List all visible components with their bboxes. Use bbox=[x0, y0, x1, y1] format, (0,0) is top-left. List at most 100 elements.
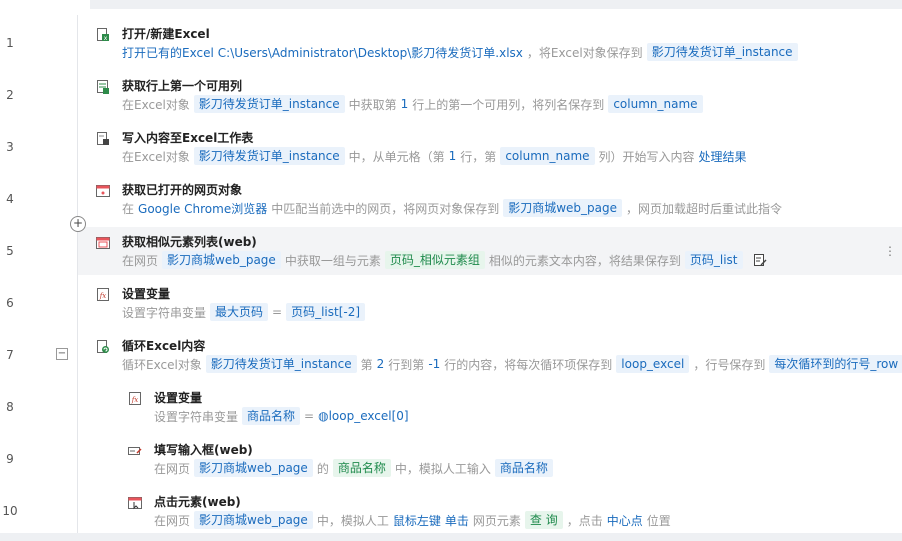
variable-fx-icon: fx bbox=[96, 287, 110, 301]
param-value[interactable]: C:\Users\Administrator\Desktop\影刀待发货订单.x… bbox=[218, 44, 523, 61]
flow-step[interactable]: fx 设置变量设置字符串变量 商品名称 = ◍loop_excel[0] bbox=[128, 386, 872, 430]
description-text: 列）开始写入内容 bbox=[598, 149, 695, 164]
flow-step[interactable]: 填写输入框(web) 在网页 影刀商城web_page 的商品名称 中，模拟人工输入 商品… bbox=[128, 438, 872, 482]
param-value[interactable]: 中心点 bbox=[607, 512, 643, 529]
description-text: 行到第 bbox=[388, 357, 425, 372]
excel-column-icon bbox=[96, 79, 110, 94]
description-text: 中获取一组与元素 bbox=[284, 253, 381, 268]
flow-step[interactable]: 获取已打开的网页对象在 Google Chrome浏览器 中匹配当前选中的网页，将网… bbox=[96, 178, 872, 222]
more-options-icon[interactable]: ⋮ bbox=[884, 244, 896, 258]
excel-write-icon bbox=[96, 131, 110, 145]
line-number: 5 bbox=[6, 244, 14, 258]
variable-token[interactable]: 影刀待发货订单_instance bbox=[193, 95, 345, 113]
description-text: 在网页 bbox=[122, 253, 159, 268]
description-text: 设置字符串变量 bbox=[154, 409, 239, 424]
description-text: 行，第 bbox=[460, 149, 497, 164]
description-text: 中，模拟人工 bbox=[316, 513, 389, 528]
step-description: 在网页 影刀商城web_page 的商品名称 中，模拟人工输入 商品名称 bbox=[154, 459, 553, 477]
description-text: 第 bbox=[360, 357, 373, 372]
description-text: 行上的第一个可用列，将列名保存到 bbox=[412, 97, 605, 112]
variable-token[interactable]: 最大页码 bbox=[210, 303, 269, 321]
excel-loop-icon bbox=[96, 339, 110, 353]
horizontal-scrollbar[interactable] bbox=[0, 533, 902, 541]
element-token[interactable]: 查 询 bbox=[524, 511, 563, 529]
param-value[interactable]: 单击 bbox=[445, 512, 469, 529]
step-title: 打开/新建Excel bbox=[122, 27, 210, 41]
variable-token[interactable]: 影刀待发货订单_instance bbox=[205, 355, 357, 373]
step-title: 获取已打开的网页对象 bbox=[122, 183, 243, 197]
variable-token[interactable]: 页码_list bbox=[684, 251, 743, 269]
description-text: ，点击 bbox=[566, 513, 603, 528]
param-value[interactable]: 1 bbox=[401, 97, 409, 111]
variable-token[interactable]: 影刀商城web_page bbox=[162, 251, 281, 269]
collapse-loop-button[interactable]: − bbox=[56, 348, 68, 360]
variable-token[interactable]: 影刀待发货订单_instance bbox=[193, 147, 345, 165]
variable-fx-icon: fx bbox=[128, 391, 142, 405]
flow-step[interactable]: 写入内容至Excel工作表在Excel对象 影刀待发货订单_instance 中，从… bbox=[96, 126, 872, 170]
description-text: 位置 bbox=[646, 513, 671, 528]
flow-step[interactable]: 获取行上第一个可用列 在Excel对象 影刀待发货订单_instance 中获取第 1 行… bbox=[96, 74, 872, 118]
excel-file-icon: x bbox=[96, 27, 110, 42]
line-number: 2 bbox=[6, 88, 14, 102]
variable-ref-group: ◍loop_excel[0] bbox=[318, 409, 409, 423]
edit-note-icon[interactable] bbox=[753, 253, 767, 267]
param-value[interactable]: -1 bbox=[428, 357, 440, 371]
flow-step[interactable]: 获取相似元素列表(web) 在网页 影刀商城web_page 中获取一组与元素 页码_相… bbox=[96, 230, 872, 274]
variable-token[interactable]: 页码_list[-2] bbox=[286, 303, 366, 321]
step-description: 打开已有的Excel C:\Users\Administrator\Desktop… bbox=[122, 43, 798, 61]
variable-token[interactable]: 商品名称 bbox=[242, 407, 301, 425]
description-text: 行的内容，将每次循环项保存到 bbox=[444, 357, 613, 372]
description-text: = bbox=[304, 409, 315, 423]
param-value[interactable]: 处理结果 bbox=[699, 148, 747, 165]
description-text: 在网页 bbox=[154, 513, 191, 528]
step-description: 在网页 影刀商城web_page 中，模拟人工 鼠标左键 单击 网页元素查 询，点击 中心点… bbox=[154, 511, 671, 529]
loop-variable-ref[interactable]: loop_excel[0] bbox=[329, 409, 409, 423]
description-text: 中匹配当前选中的网页，将网页对象保存到 bbox=[271, 201, 500, 216]
description-text: 中获取第 bbox=[348, 97, 397, 112]
step-title: 循环Excel内容 bbox=[122, 339, 206, 353]
variable-token[interactable]: loop_excel bbox=[616, 355, 690, 373]
variable-token[interactable]: column_name bbox=[608, 95, 703, 113]
param-value[interactable]: 打开已有的Excel bbox=[122, 44, 214, 61]
step-title: 写入内容至Excel工作表 bbox=[122, 131, 254, 145]
line-number: 1 bbox=[6, 36, 14, 50]
description-text: 网页元素 bbox=[472, 513, 521, 528]
param-value[interactable]: 鼠标左键 bbox=[393, 512, 441, 529]
flow-step[interactable]: fx 设置变量 设置字符串变量 最大页码 = 页码_list[-2] bbox=[96, 282, 872, 326]
description-text: 设置字符串变量 bbox=[122, 305, 207, 320]
similar-elements-icon bbox=[96, 235, 110, 249]
variable-token[interactable]: 影刀商城web_page bbox=[194, 459, 313, 477]
step-title: 设置变量 bbox=[154, 391, 203, 405]
browser-page-icon bbox=[96, 183, 110, 197]
param-value[interactable]: 2 bbox=[377, 357, 385, 371]
step-title: 获取相似元素列表(web) bbox=[122, 235, 257, 249]
description-text: 在Excel对象 bbox=[122, 149, 190, 164]
step-description: 循环Excel对象 影刀待发货订单_instance 第 2 行到第 -1 行的内容，将每次… bbox=[122, 355, 902, 373]
element-token[interactable]: 商品名称 bbox=[332, 459, 391, 477]
click-element-icon bbox=[128, 495, 142, 510]
flow-step[interactable]: x 打开/新建Excel 打开已有的Excel C:\Users\Administra… bbox=[96, 22, 872, 66]
line-number: 9 bbox=[6, 452, 14, 466]
description-text: = bbox=[272, 305, 283, 319]
param-value[interactable]: Google Chrome浏览器 bbox=[138, 200, 267, 217]
step-title: 获取行上第一个可用列 bbox=[122, 79, 243, 93]
variable-token[interactable]: 影刀待发货订单_instance bbox=[646, 43, 798, 61]
param-value[interactable]: 1 bbox=[449, 149, 457, 163]
add-step-button[interactable]: + bbox=[70, 216, 86, 232]
element-token[interactable]: 页码_相似元素组 bbox=[384, 251, 485, 269]
variable-token[interactable]: 影刀商城web_page bbox=[503, 199, 623, 217]
step-description: 在Excel对象 影刀待发货订单_instance 中，从单元格（第 1 行，第 colu… bbox=[122, 147, 747, 165]
variable-token[interactable]: column_name bbox=[500, 147, 595, 165]
step-title: 点击元素(web) bbox=[154, 495, 241, 509]
description-text: ，将Excel对象保存到 bbox=[526, 45, 643, 60]
flow-step[interactable]: 点击元素(web) 在网页 影刀商城web_page 中，模拟人工 鼠标左键 单击 网页元素… bbox=[128, 490, 872, 534]
description-text: 的 bbox=[316, 461, 329, 476]
line-number: 3 bbox=[6, 140, 14, 154]
variable-token[interactable]: 商品名称 bbox=[494, 459, 553, 477]
description-text: 在 bbox=[122, 201, 135, 216]
variable-token[interactable]: 影刀商城web_page bbox=[194, 511, 313, 529]
flow-step[interactable]: 循环Excel内容 循环Excel对象 影刀待发货订单_instance 第 2 行到第 -… bbox=[96, 334, 902, 378]
step-description: 设置字符串变量 商品名称 = ◍loop_excel[0] bbox=[154, 407, 409, 425]
description-text: 循环Excel对象 bbox=[122, 357, 202, 372]
variable-token[interactable]: 每次循环到的行号_row bbox=[769, 355, 902, 373]
